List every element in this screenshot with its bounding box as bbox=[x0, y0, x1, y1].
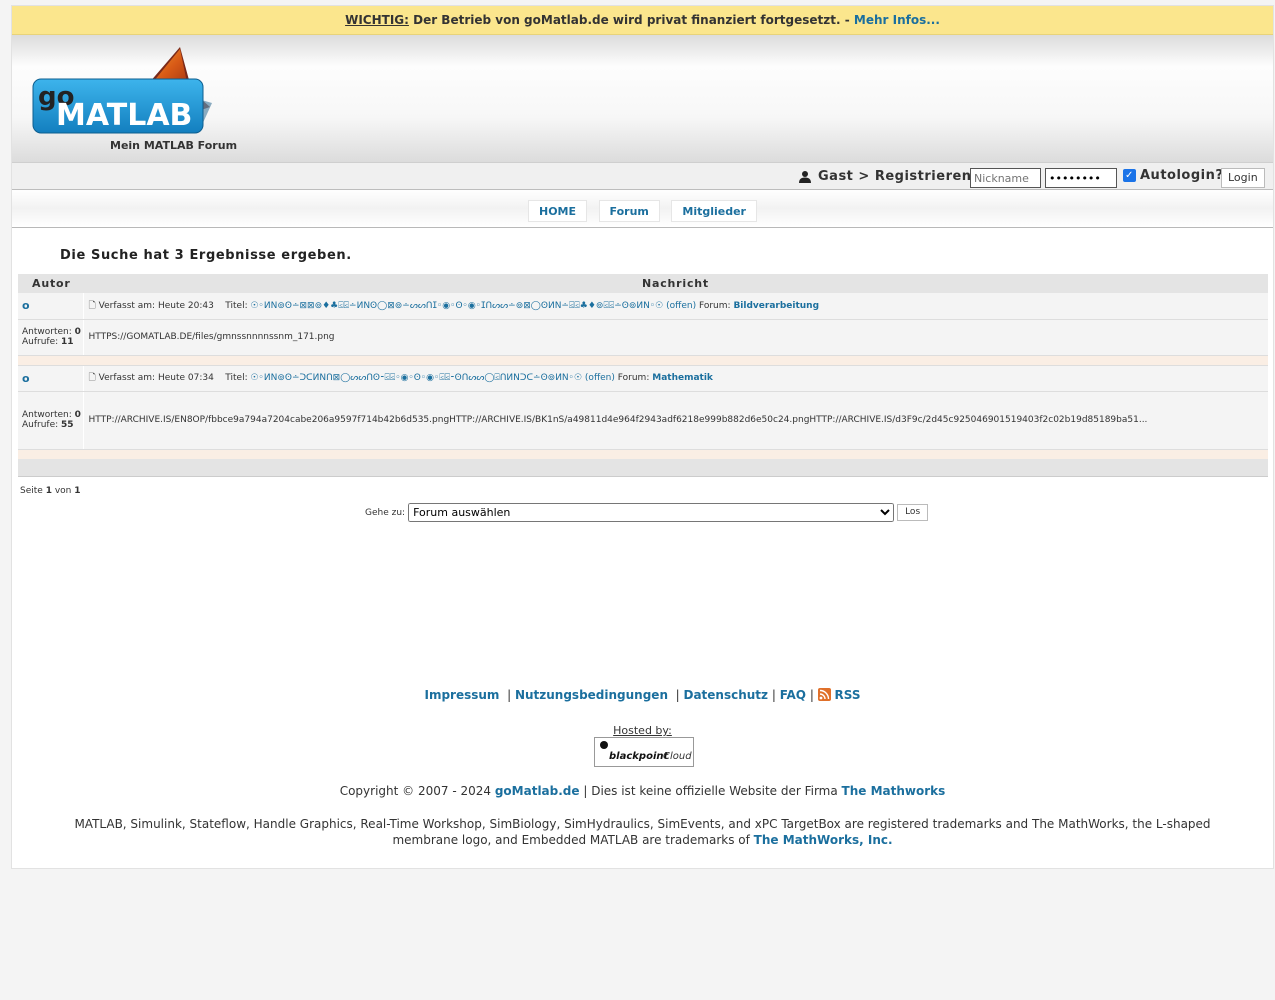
footer-link-terms[interactable]: Nutzungsbedingungen bbox=[515, 688, 668, 702]
views-label: Aufrufe: bbox=[22, 337, 59, 347]
row-separator bbox=[18, 355, 1268, 366]
result-message: HTTP://ARCHIVE.IS/EN8OP/fbbce9a794a7204c… bbox=[83, 391, 1268, 450]
footer-links: Impressum | Nutzungsbedingungen | Datens… bbox=[424, 688, 861, 702]
author-link[interactable]: o bbox=[22, 372, 30, 385]
login-bar: Gast > Registrieren ✓ Autologin? Login bbox=[12, 162, 1273, 190]
search-result-title: Die Suche hat 3 Ergebnisse ergeben. bbox=[60, 248, 352, 263]
views-count: 11 bbox=[61, 337, 74, 347]
user-icon bbox=[799, 170, 811, 183]
copyright-prefix: Copyright © 2007 - 2024 bbox=[339, 784, 495, 798]
important-notice-bar: WICHTIG: Der Betrieb von goMatlab.de wir… bbox=[12, 6, 1273, 35]
result-row-body: Antworten: 0 Aufrufe: 55 HTTP://ARCHIVE.… bbox=[18, 391, 1268, 450]
copyright-site-link[interactable]: goMatlab.de bbox=[495, 784, 580, 798]
result-row-header: o 🗋 Verfasst am: Heute 07:34 Titel: ☉◦ИN… bbox=[18, 365, 1268, 392]
site-header: go MATLAB Mein MATLAB Forum bbox=[12, 35, 1273, 162]
post-icon: 🗋 bbox=[88, 373, 96, 383]
replies-count: 0 bbox=[74, 410, 81, 420]
copyright: Copyright © 2007 - 2024 goMatlab.de | Di… bbox=[12, 784, 1273, 798]
main-navigation: HOME Forum Mitglieder bbox=[12, 190, 1273, 228]
blackpoint-dot-icon bbox=[600, 741, 608, 749]
nickname-input[interactable] bbox=[970, 168, 1041, 188]
result-message: HTTPS://GOMATLAB.DE/files/gmnssnnnnssnm_… bbox=[83, 319, 1268, 356]
footer-link-rss[interactable]: RSS bbox=[835, 688, 861, 702]
blackpoint-cloud-logo[interactable]: blackpoint Cloud bbox=[594, 737, 694, 767]
guest-register[interactable]: Gast > Registrieren bbox=[798, 169, 972, 184]
result-stats-cell: Antworten: 0 Aufrufe: 55 bbox=[18, 391, 84, 450]
post-icon: 🗋 bbox=[88, 300, 96, 311]
login-button[interactable]: Login bbox=[1221, 168, 1265, 188]
page-info-of: von bbox=[54, 486, 72, 496]
host-name: blackpoint bbox=[609, 751, 669, 762]
page-wrapper: WICHTIG: Der Betrieb von goMatlab.de wir… bbox=[11, 5, 1274, 869]
notice-label: WICHTIG: bbox=[345, 13, 409, 27]
page-info-prefix: Seite bbox=[20, 486, 43, 496]
title-label: Titel: bbox=[225, 373, 248, 383]
result-row-header: o 🗋 Verfasst am: Heute 20:43 Titel: ☉◦ИN… bbox=[18, 293, 1268, 320]
nav-tab-home[interactable]: HOME bbox=[528, 200, 588, 222]
page-info: Seite 1 von 1 bbox=[20, 486, 81, 496]
post-status: (offen) bbox=[584, 373, 615, 383]
autologin-checkbox[interactable]: ✓ bbox=[1123, 169, 1136, 182]
result-meta: 🗋 Verfasst am: Heute 20:43 Titel: ☉◦ИN⊚ʘ… bbox=[83, 293, 1268, 320]
replies-label: Antworten: bbox=[22, 327, 72, 337]
title-label: Titel: bbox=[225, 300, 248, 311]
page-current: 1 bbox=[45, 486, 52, 496]
password-input[interactable] bbox=[1045, 168, 1117, 188]
post-title-link[interactable]: ☉◦ИN⊚ʘ∸ᑐᑕИNᑎ⊠◯ᔕᔕᑎʘ⁃⍃⍃◦◉◦ʘ◦◉◦⍃⍃⁃ʘᑎᔕᔕ◯⍃ᑎИN… bbox=[250, 373, 582, 383]
table-footer-row bbox=[18, 459, 1268, 477]
guest-register-text: Gast > Registrieren bbox=[818, 169, 972, 184]
forum-select[interactable]: Forum auswählen bbox=[408, 503, 895, 522]
nav-tab-forum[interactable]: Forum bbox=[598, 200, 660, 222]
page-total: 1 bbox=[74, 486, 81, 496]
result-meta: 🗋 Verfasst am: Heute 07:34 Titel: ☉◦ИN⊚ʘ… bbox=[83, 365, 1268, 392]
replies-label: Antworten: bbox=[22, 410, 72, 420]
column-header-message: Nachricht bbox=[83, 274, 1268, 293]
autologin-option[interactable]: ✓ Autologin? bbox=[1123, 168, 1223, 183]
rss-icon[interactable] bbox=[817, 688, 831, 701]
footer-link-faq[interactable]: FAQ bbox=[780, 688, 806, 702]
forum-label: Forum: bbox=[617, 373, 650, 383]
copyright-company-link[interactable]: The Mathworks bbox=[842, 784, 946, 798]
posted-date: Verfasst am: Heute 20:43 bbox=[98, 300, 214, 311]
site-tagline: Mein MATLAB Forum bbox=[110, 139, 238, 152]
result-author-cell: o bbox=[18, 365, 84, 392]
more-info-link[interactable]: Mehr Infos... bbox=[854, 13, 940, 27]
post-title-link[interactable]: ☉◦ИN⊚ʘ∸⊠⊠⊚♦♣⍃⍃∸ИNʘ◯⊠⊚∸ᔕᔕᑎⵊ◦◉◦ʘ◦◉◦ⵊᑎᔕᔕ∸⊚⊠… bbox=[250, 301, 663, 311]
post-status: (offen) bbox=[666, 300, 697, 311]
host-suffix: Cloud bbox=[663, 751, 692, 762]
autologin-label: Autologin? bbox=[1140, 168, 1224, 183]
hosted-by-label: Hosted by: bbox=[613, 724, 672, 737]
trademark-text: MATLAB, Simulink, Stateflow, Handle Grap… bbox=[74, 817, 1211, 847]
copyright-disclaimer: | Dies ist keine offizielle Website der … bbox=[579, 784, 842, 798]
forum-link[interactable]: Mathematik bbox=[652, 373, 713, 383]
footer-link-impressum[interactable]: Impressum bbox=[424, 688, 499, 702]
jump-label: Gehe zu: bbox=[365, 507, 406, 518]
views-count: 55 bbox=[61, 420, 74, 430]
row-separator bbox=[18, 449, 1268, 459]
notice-text: Der Betrieb von goMatlab.de wird privat … bbox=[408, 13, 854, 27]
replies-count: 0 bbox=[74, 327, 81, 337]
views-label: Aufrufe: bbox=[22, 420, 59, 430]
column-header-author: Autor bbox=[18, 274, 83, 293]
posted-date: Verfasst am: Heute 07:34 bbox=[98, 373, 214, 383]
result-row-body: Antworten: 0 Aufrufe: 11 HTTPS://GOMATLA… bbox=[18, 319, 1268, 356]
gomatlab-logo[interactable]: go MATLAB bbox=[32, 45, 212, 140]
search-results-table: Autor Nachricht o 🗋 Verfasst am: Heute 2… bbox=[18, 274, 1268, 477]
footer-link-privacy[interactable]: Datenschutz bbox=[683, 688, 768, 702]
nav-tab-members[interactable]: Mitglieder bbox=[671, 200, 757, 222]
result-author-cell: o bbox=[18, 293, 84, 320]
author-link[interactable]: o bbox=[22, 299, 30, 312]
trademark-notice: MATLAB, Simulink, Stateflow, Handle Grap… bbox=[42, 816, 1243, 848]
jump-go-button[interactable]: Los bbox=[897, 504, 929, 521]
trademark-company-link[interactable]: The MathWorks, Inc. bbox=[754, 833, 893, 847]
result-stats-cell: Antworten: 0 Aufrufe: 11 bbox=[18, 319, 84, 356]
forum-link[interactable]: Bildverarbeitung bbox=[733, 301, 819, 311]
logo-matlab-text: MATLAB bbox=[56, 98, 192, 133]
forum-jump: Gehe zu: Forum auswählen Los bbox=[365, 503, 929, 522]
table-header-row: Autor Nachricht bbox=[18, 274, 1268, 293]
forum-label: Forum: bbox=[698, 300, 731, 311]
